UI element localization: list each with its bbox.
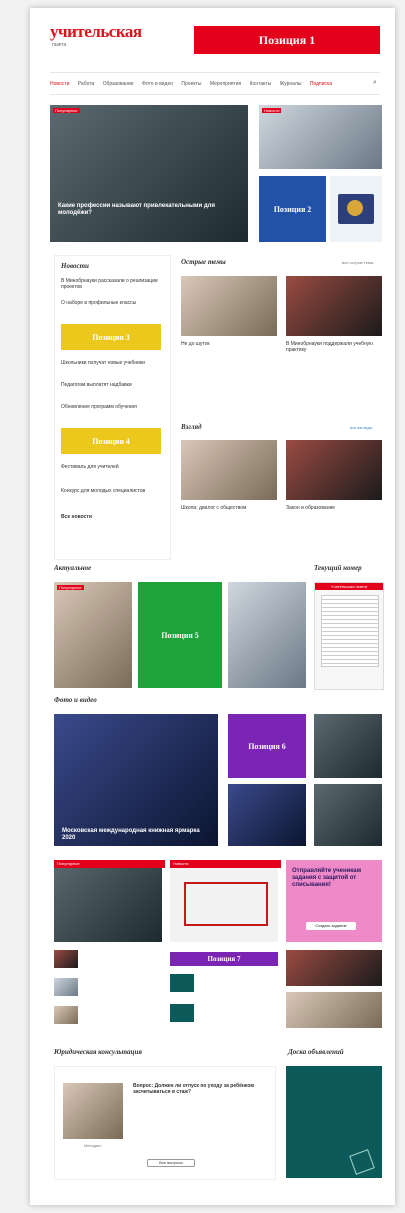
current-issue-label: Учительская газета: [315, 583, 383, 590]
sharp-topic-title-1[interactable]: Не до шуток: [181, 341, 277, 347]
nav-item-work[interactable]: Работа: [78, 81, 95, 87]
board-block[interactable]: [286, 1066, 382, 1178]
photo-thumb-1[interactable]: [314, 714, 382, 778]
news-block: Новости В Минобрнауки рассказали о реали…: [54, 255, 171, 560]
nav-item-education[interactable]: Образование: [103, 81, 134, 87]
hero-title: Какие профессии называют привлекательным…: [58, 203, 215, 216]
column-1-tag: Популярное: [54, 860, 165, 868]
nav-item-events[interactable]: Мероприятия: [210, 81, 241, 87]
banner-position-6[interactable]: Позиция 6: [228, 714, 306, 778]
view-image-1[interactable]: [181, 440, 277, 500]
medal-icon: [347, 200, 363, 216]
nav-item-contacts[interactable]: Контакты: [250, 81, 272, 87]
page-sheet: учительская газета Позиция 1 Новости Раб…: [30, 8, 395, 1205]
legal-all-button[interactable]: Все вопросы: [147, 1159, 195, 1167]
actual-title: Актуальное: [54, 564, 92, 572]
nav-item-journals[interactable]: Журналы: [280, 81, 302, 87]
sharp-topic-image-2[interactable]: [286, 276, 382, 336]
view-more[interactable]: все взгляды: [350, 425, 372, 430]
logo-subtext: газета: [52, 42, 67, 48]
banner-position-2[interactable]: Позиция 2: [259, 176, 326, 242]
news-item[interactable]: Школьники получат новые учебники: [61, 360, 161, 366]
actual-tag: Популярное: [57, 585, 84, 590]
pin-icon: [349, 1149, 375, 1175]
legal-question[interactable]: Вопрос: Должен ли отпуск по уходу за реб…: [133, 1083, 267, 1095]
photo-video-main[interactable]: Московская международная книжная ярмарка…: [54, 714, 218, 846]
logo[interactable]: учительская газета: [50, 22, 142, 48]
view-image-2[interactable]: [286, 440, 382, 500]
newspaper-icon: [321, 595, 379, 667]
school-logo-icon: [184, 882, 268, 926]
column-2-image[interactable]: Новости: [170, 860, 281, 942]
banner-position-4[interactable]: Позиция 4: [61, 428, 161, 454]
nav-item-projects[interactable]: Проекты: [181, 81, 201, 87]
side-article-1[interactable]: Новости: [259, 105, 382, 169]
legal-author-photo: [63, 1083, 123, 1139]
promo-banner[interactable]: Отправляйте ученикам задания с защитой о…: [286, 860, 382, 942]
nav-item-news[interactable]: Новости: [50, 81, 69, 87]
divider: [50, 72, 380, 73]
sharp-topics-title: Острые темы: [181, 258, 226, 266]
view-article-1[interactable]: Школа: диалог с обществом: [181, 505, 277, 511]
legal-block: Методист Вопрос: Должен ли отпуск по ухо…: [54, 1066, 276, 1180]
view-article-2[interactable]: Закон и образование: [286, 505, 382, 511]
news-item[interactable]: Педагогам выплатят надбавки: [61, 382, 161, 388]
current-issue[interactable]: Учительская газета: [314, 582, 384, 690]
photo-video-caption: Московская международная книжная ярмарка…: [62, 828, 200, 841]
promo-button[interactable]: Создать задание: [306, 922, 356, 930]
column-3-image-2[interactable]: [286, 992, 382, 1028]
view-title: Взгляд: [181, 423, 202, 431]
banner-position-3[interactable]: Позиция 3: [61, 324, 161, 350]
column-2-thumb-1[interactable]: [170, 974, 194, 992]
nav-item-photo[interactable]: Фото и видео: [142, 81, 173, 87]
news-item[interactable]: Обновление программ обучения: [61, 404, 161, 410]
legal-title: Юридическая консультация: [54, 1048, 142, 1056]
column-1-image[interactable]: Популярное: [54, 860, 165, 942]
column-3-image-1[interactable]: [286, 950, 382, 986]
sharp-topic-image-1[interactable]: [181, 276, 277, 336]
nav-item-subscribe[interactable]: Подписка: [310, 81, 332, 87]
banner-position-5[interactable]: Позиция 5: [138, 582, 222, 688]
legal-author: Методист: [84, 1143, 102, 1148]
news-item[interactable]: В Минобрнауки рассказали о реализации пр…: [61, 278, 161, 290]
sharp-topic-title-2[interactable]: В Минобрнауки поддержали учебную практик…: [286, 341, 382, 353]
search-icon[interactable]: ⌕: [373, 79, 377, 87]
medal-image[interactable]: [330, 176, 382, 242]
hero-tag: Популярное: [53, 108, 80, 113]
actual-article-1[interactable]: Популярное: [54, 582, 132, 688]
column-2-tag: Новости: [170, 860, 281, 868]
column-1-thumb-3[interactable]: [54, 1006, 78, 1024]
logo-text: учительская: [50, 22, 142, 41]
banner-position-7[interactable]: Позиция 7: [170, 952, 278, 966]
news-item[interactable]: Фестиваль для учителей: [61, 464, 161, 470]
news-item[interactable]: Конкурс для молодых специалистов: [61, 488, 161, 494]
divider: [50, 94, 380, 95]
photo-thumb-3[interactable]: [314, 784, 382, 846]
hero-article[interactable]: Популярное Какие профессии называют прив…: [50, 105, 248, 242]
promo-text: Отправляйте ученикам задания с защитой о…: [292, 868, 362, 888]
all-news-link[interactable]: Все новости: [61, 514, 92, 520]
side-article-1-tag: Новости: [262, 108, 282, 113]
actual-article-2[interactable]: [228, 582, 306, 688]
photo-thumb-2[interactable]: [228, 784, 306, 846]
banner-position-1[interactable]: Позиция 1: [194, 26, 380, 54]
news-item[interactable]: О наборе в профильные классы: [61, 300, 161, 306]
column-1-thumb-1[interactable]: [54, 950, 78, 968]
column-1-thumb-2[interactable]: [54, 978, 78, 996]
photo-video-title: Фото и видео: [54, 696, 97, 704]
current-issue-title: Текущий номер: [314, 564, 362, 572]
news-title: Новости: [61, 262, 89, 270]
column-2-thumb-2[interactable]: [170, 1004, 194, 1022]
board-title: Доска объявлений: [288, 1048, 344, 1056]
main-nav: Новости Работа Образование Фото и видео …: [50, 81, 380, 87]
sharp-topics-more[interactable]: все острые темы: [342, 260, 374, 265]
